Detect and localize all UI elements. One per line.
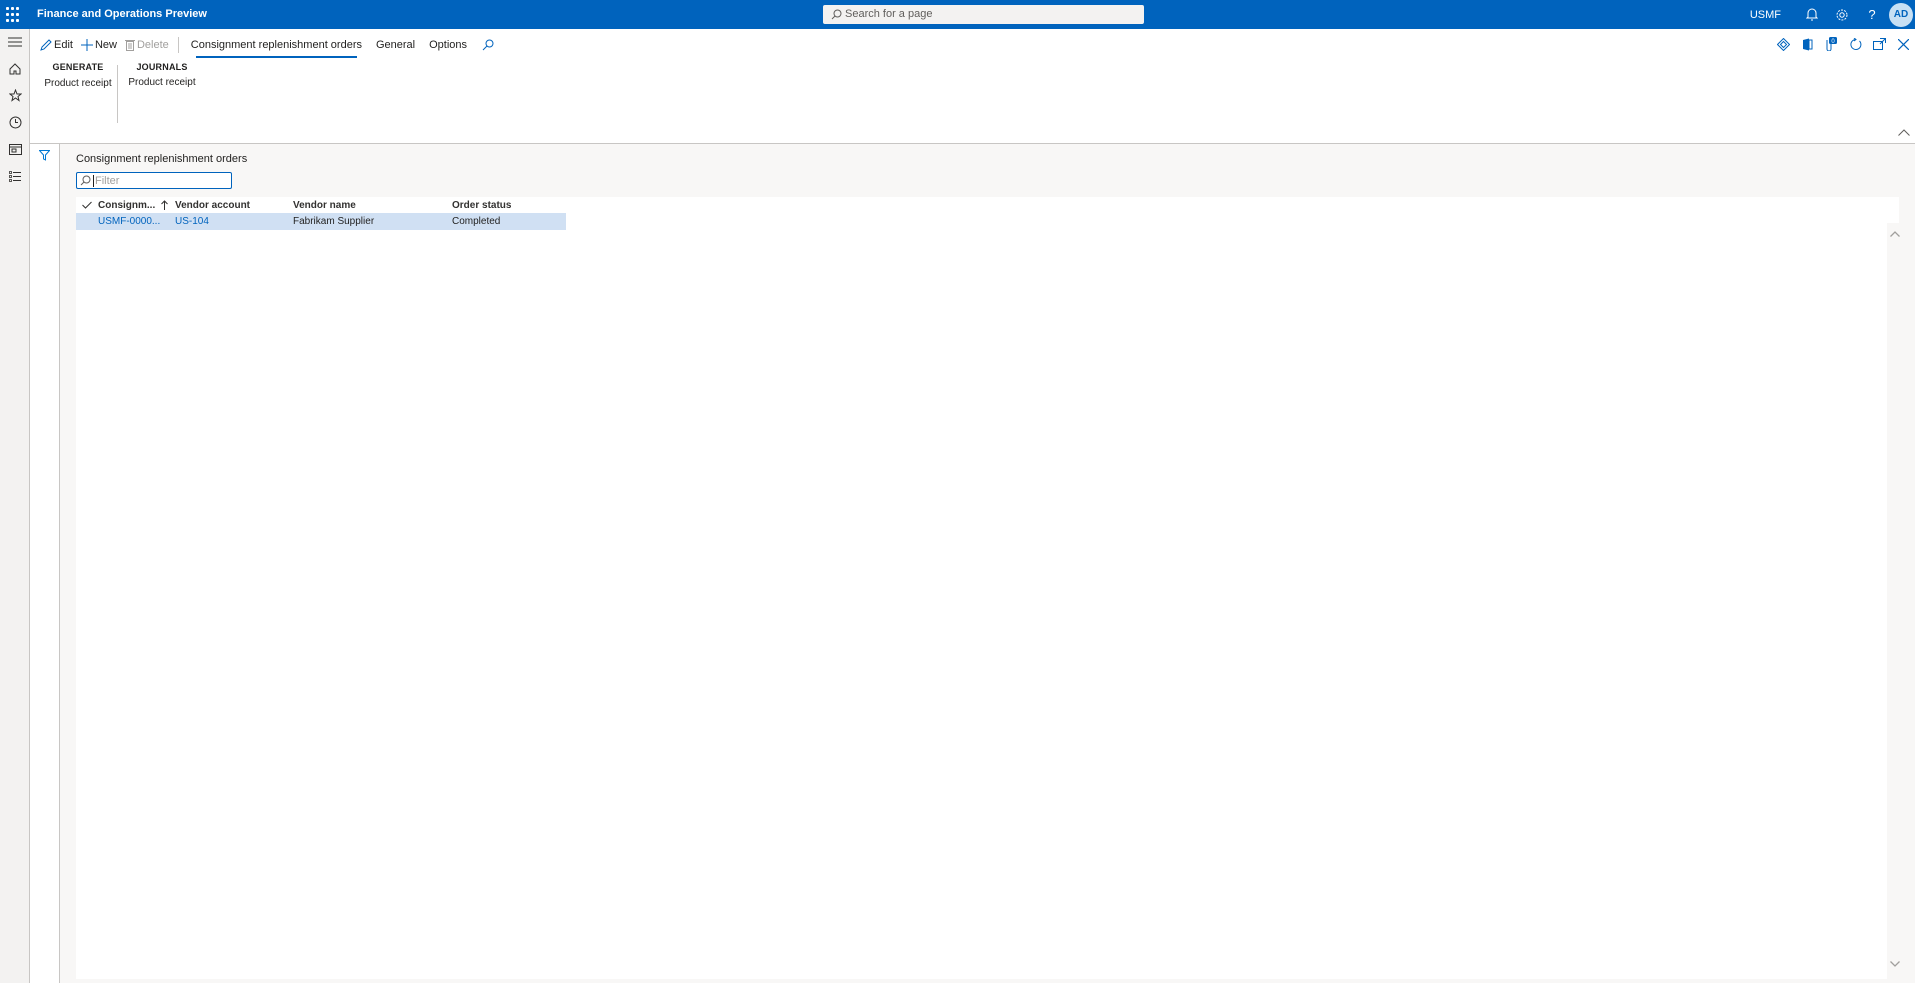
column-header-vendor-name[interactable]: Vendor name bbox=[293, 200, 452, 211]
trash-icon bbox=[124, 40, 135, 51]
attachments-icon[interactable]: 0 bbox=[1819, 34, 1843, 54]
tab-general[interactable]: General bbox=[369, 35, 422, 55]
bell-icon[interactable] bbox=[1797, 0, 1827, 29]
search-icon bbox=[80, 175, 91, 186]
grid-header-row: Consignm... Vendor account Vendor name O… bbox=[76, 197, 566, 213]
left-navigation-pane bbox=[0, 29, 30, 983]
consignment-order-link[interactable]: USMF-0000... bbox=[98, 216, 175, 227]
avatar[interactable]: AD bbox=[1889, 2, 1913, 27]
text-caret bbox=[93, 174, 94, 187]
toolbar-divider bbox=[177, 37, 179, 53]
order-status-cell: Completed bbox=[452, 216, 501, 227]
clock-icon[interactable] bbox=[0, 109, 30, 136]
generate-product-receipt-button[interactable]: Product receipt bbox=[40, 78, 116, 89]
column-header-order-status[interactable]: Order status bbox=[452, 200, 566, 211]
action-search-button[interactable] bbox=[478, 35, 500, 55]
table-row[interactable]: USMF-0000... US-104 Fabrikam Supplier Co… bbox=[76, 213, 566, 230]
top-navigation-bar: Finance and Operations Preview Search fo… bbox=[0, 0, 1915, 29]
ribbon-group-journals: JOURNALS Product receipt bbox=[126, 62, 198, 88]
new-label: New bbox=[94, 39, 117, 51]
power-apps-icon[interactable] bbox=[1771, 34, 1795, 54]
new-button[interactable]: New bbox=[77, 35, 121, 55]
ribbon-group-header: GENERATE bbox=[52, 62, 104, 72]
main-content: Consignment replenishment orders Filter … bbox=[60, 144, 1915, 983]
journals-product-receipt-button[interactable]: Product receipt bbox=[126, 77, 198, 88]
home-icon[interactable] bbox=[0, 55, 30, 82]
page-search-input[interactable]: Search for a page bbox=[823, 5, 1144, 24]
search-icon bbox=[482, 39, 494, 51]
tab-options[interactable]: Options bbox=[422, 35, 474, 55]
delete-label: Delete bbox=[136, 39, 169, 51]
filter-placeholder: Filter bbox=[95, 174, 120, 187]
ribbon-divider bbox=[117, 65, 118, 123]
help-icon[interactable]: ? bbox=[1857, 0, 1887, 29]
pencil-icon bbox=[40, 39, 52, 51]
ribbon-group-header: JOURNALS bbox=[136, 62, 188, 72]
vendor-account-link[interactable]: US-104 bbox=[175, 216, 293, 227]
filter-icon[interactable] bbox=[38, 150, 51, 164]
scroll-up-icon[interactable] bbox=[1890, 231, 1900, 237]
workspace-icon[interactable] bbox=[0, 136, 30, 163]
star-icon[interactable] bbox=[0, 82, 30, 109]
scroll-down-icon[interactable] bbox=[1890, 961, 1900, 967]
vendor-name-cell: Fabrikam Supplier bbox=[293, 216, 375, 227]
column-header-label: Consignm... bbox=[98, 199, 156, 211]
checkmark-icon bbox=[82, 201, 92, 209]
search-icon bbox=[831, 9, 842, 20]
edit-label: Edit bbox=[54, 39, 73, 51]
edit-button[interactable]: Edit bbox=[36, 35, 77, 55]
close-icon[interactable] bbox=[1891, 34, 1915, 54]
plus-icon bbox=[80, 39, 93, 51]
app-launcher-icon[interactable] bbox=[6, 7, 22, 23]
grid-scrollbar[interactable] bbox=[1887, 223, 1903, 979]
search-placeholder: Search for a page bbox=[845, 8, 933, 20]
list-icon[interactable] bbox=[0, 163, 30, 190]
column-header-consignment[interactable]: Consignm... bbox=[98, 200, 175, 211]
tab-consignment-replenishment-orders[interactable]: Consignment replenishment orders bbox=[184, 35, 369, 58]
delete-button[interactable]: Delete bbox=[121, 35, 173, 55]
grid-title: Consignment replenishment orders bbox=[76, 153, 248, 165]
sort-ascending-icon bbox=[161, 200, 169, 210]
collapse-action-pane-icon[interactable] bbox=[1898, 127, 1910, 139]
refresh-icon[interactable] bbox=[1843, 34, 1867, 54]
hamburger-icon[interactable] bbox=[0, 29, 30, 55]
office-icon[interactable] bbox=[1795, 34, 1819, 54]
filter-pane-strip bbox=[30, 144, 60, 983]
app-title[interactable]: Finance and Operations Preview bbox=[37, 8, 207, 20]
company-picker[interactable]: USMF bbox=[1750, 9, 1781, 21]
column-header-vendor-account[interactable]: Vendor account bbox=[175, 200, 293, 211]
action-pane: Edit New Delete Consignment replenishmen… bbox=[30, 29, 1915, 144]
gear-icon[interactable] bbox=[1827, 0, 1857, 29]
ribbon-group-generate: GENERATE Product receipt bbox=[40, 62, 116, 89]
open-new-window-icon[interactable] bbox=[1867, 34, 1891, 54]
select-all-checkbox[interactable] bbox=[76, 201, 98, 209]
orders-grid: Consignm... Vendor account Vendor name O… bbox=[76, 197, 1899, 979]
grid-filter-input[interactable]: Filter bbox=[76, 172, 232, 189]
